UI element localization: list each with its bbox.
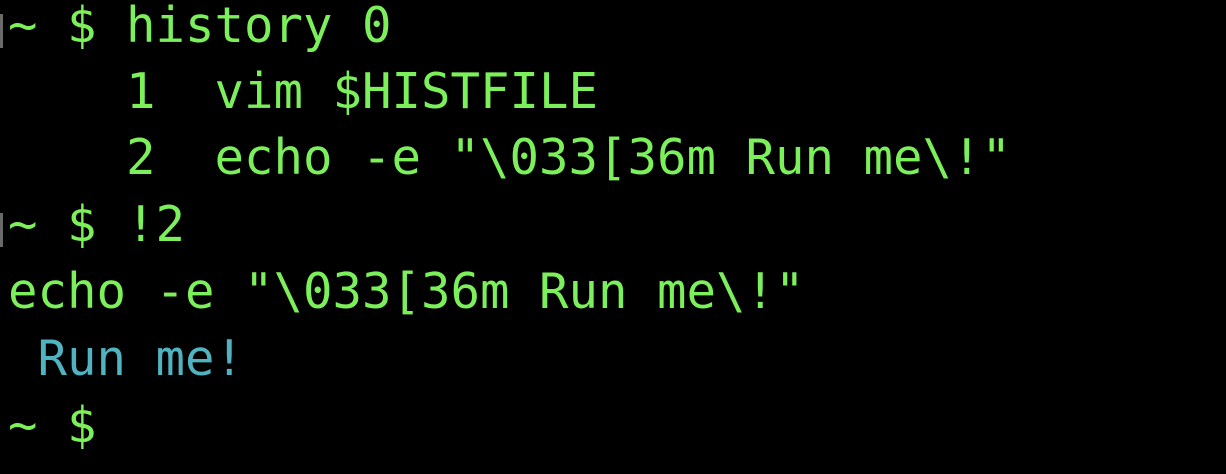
- command-mark-indicator: [0, 14, 3, 48]
- command-output-cyan: Run me!: [8, 330, 245, 387]
- history-entry-1: 1 vim $HISTFILE: [8, 63, 599, 120]
- current-prompt-line[interactable]: ~ $: [8, 393, 126, 459]
- prompt-line-history-command: ~ $ history 0: [8, 0, 392, 54]
- history-entry-2: 2 echo -e "\033[36m Run me\!": [8, 129, 1012, 186]
- prompt-line-bang-command: ~ $ !2: [8, 196, 186, 253]
- expanded-command-echo: echo -e "\033[36m Run me\!": [8, 263, 805, 320]
- command-mark-indicator: [0, 213, 3, 247]
- terminal-window[interactable]: ~ $ history 0 1 vim $HISTFILE 2 echo -e …: [0, 0, 1226, 474]
